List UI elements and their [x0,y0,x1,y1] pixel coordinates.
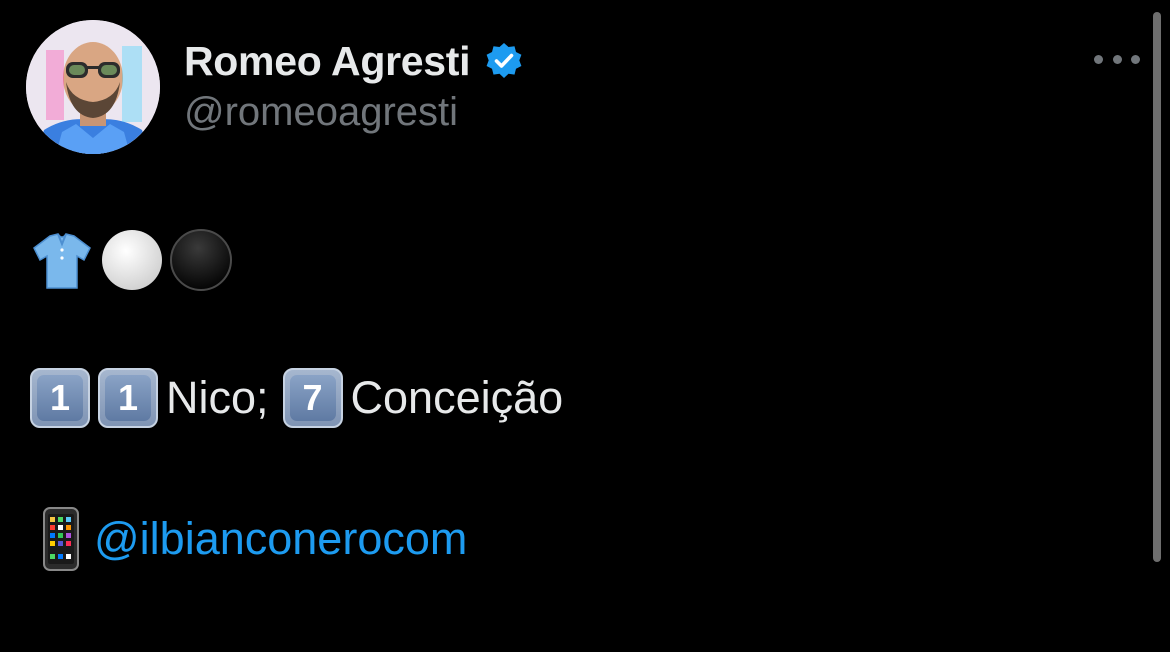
more-dot [1131,54,1140,64]
player-name-1: Nico; [166,372,269,423]
avatar-image [26,20,160,154]
tweet-line-mention: @ilbianconerocom [30,506,467,572]
keycap-digit: 7 [289,375,336,421]
keycap-digit: 1 [105,375,151,421]
shirt-icon [33,233,91,289]
tweet-line-players: 1 1 Nico; 7 Conceição [30,366,563,430]
mention-link[interactable]: @ilbianconerocom [94,513,467,565]
more-dot [1112,54,1122,64]
more-options-icon[interactable] [1094,50,1140,68]
author-name-row: Romeo Agresti [184,36,524,86]
author-avatar[interactable] [26,20,160,154]
black-circle-icon [170,229,232,291]
verified-badge-icon [486,43,522,78]
player-name-2: Conceição [350,372,564,423]
tweet-line-emojis [30,228,234,292]
white-circle-icon [102,230,162,290]
scrollbar[interactable] [1153,12,1161,562]
author-display-name[interactable]: Romeo Agresti [184,38,470,85]
keycap-digit-icon: 1 [30,368,90,428]
author-handle[interactable]: @romeoagresti [184,90,458,135]
more-dot [1094,54,1103,64]
mobile-phone-icon [43,507,79,571]
keycap-digit-icon: 7 [282,368,343,428]
keycap-digit-icon: 1 [98,368,158,428]
keycap-digit: 1 [37,375,83,421]
